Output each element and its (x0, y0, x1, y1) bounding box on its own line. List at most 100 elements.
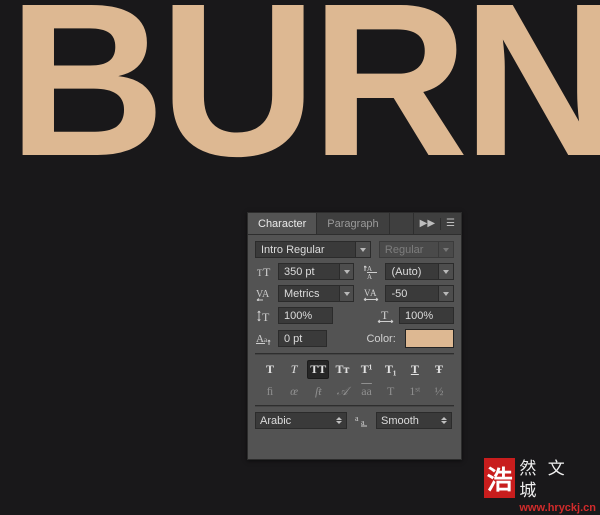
superscript-button[interactable]: T¹ (356, 360, 378, 379)
vertical-scale-input[interactable]: 100% (278, 307, 333, 324)
horizontal-scale-icon: T (376, 307, 395, 324)
kerning-icon: VA (255, 285, 274, 302)
standard-ligatures-button[interactable]: ﬁ (259, 382, 281, 401)
antialias-spinner-icon (441, 417, 447, 424)
all-caps-button[interactable]: TT (307, 360, 330, 379)
panel-divider-1 (255, 353, 454, 355)
faux-bold-button[interactable]: T (259, 360, 281, 379)
contextual-alternates-button[interactable]: ſŧ (307, 382, 329, 401)
leading-input[interactable]: (Auto) (385, 263, 440, 280)
chevron-down-icon (343, 291, 350, 296)
horizontal-scale-input[interactable]: 100% (399, 307, 454, 324)
font-style-dropdown-button[interactable] (439, 241, 455, 258)
subscript-button[interactable]: T₁ (380, 360, 402, 379)
kerning-input[interactable]: Metrics (278, 285, 340, 302)
subscript-glyph: T₁ (384, 362, 397, 376)
svg-text:A: A (370, 288, 377, 298)
size-leading-row: TT 350 pt AA (Auto) (255, 263, 455, 280)
svg-text:a: a (355, 414, 359, 423)
standard-ligatures-glyph: ﬁ (266, 384, 274, 398)
anti-aliasing-select[interactable]: Smooth (376, 412, 452, 429)
character-panel: Character Paragraph ▶▶ ☰ Intro Regular R… (247, 212, 462, 460)
titling-alternates-button[interactable]: T (380, 382, 402, 401)
language-select[interactable]: Arabic (255, 412, 347, 429)
language-antialias-row: Arabic aa Smooth (255, 412, 454, 429)
strikethrough-glyph: Ŧ (434, 362, 443, 376)
font-size-icon: TT (255, 263, 274, 280)
fractions-glyph: ½ (434, 384, 444, 398)
leading-icon: AA (362, 263, 381, 280)
titling-alternates-glyph: T (387, 384, 395, 398)
panel-tabbar: Character Paragraph ▶▶ ☰ (248, 213, 461, 235)
chevron-down-icon (443, 247, 450, 252)
panel-header-icons: ▶▶ ☰ (414, 213, 461, 234)
svg-text:a: a (264, 336, 268, 344)
panel-divider-2 (255, 405, 454, 407)
fractions-button[interactable]: ½ (428, 382, 450, 401)
language-value: Arabic (260, 414, 292, 427)
tab-paragraph[interactable]: Paragraph (317, 213, 390, 234)
swash-button[interactable]: 𝒜 (331, 382, 353, 401)
anti-aliasing-icon: aa (353, 412, 372, 429)
panel-menu-icon[interactable]: ☰ (446, 218, 455, 229)
style-buttons-row: T T TT Tт T¹ T₁ T Ŧ (255, 360, 454, 379)
vertical-scale-icon: T (255, 307, 274, 324)
baseline-color-row: Aa 0 pt Color: (255, 329, 454, 348)
ordinals-glyph: 1ˢᵗ (409, 384, 421, 398)
tab-character[interactable]: Character (248, 213, 318, 234)
language-spinner-icon (336, 417, 342, 424)
tracking-dropdown-button[interactable] (439, 285, 455, 302)
faux-italic-button[interactable]: T (283, 360, 305, 379)
chevron-down-icon (360, 247, 367, 252)
text-color-swatch[interactable] (404, 329, 454, 348)
kerning-dropdown-button[interactable] (339, 285, 355, 302)
swash-glyph: 𝒜 (336, 384, 349, 398)
underline-button[interactable]: T (404, 360, 426, 379)
discretionary-ligatures-glyph: œ (290, 384, 299, 398)
watermark-seal: 浩 (484, 458, 516, 498)
svg-text:A: A (367, 273, 372, 279)
underline-glyph: T (410, 362, 419, 376)
baseline-shift-icon: Aa (255, 330, 274, 347)
color-label: Color: (366, 332, 396, 345)
stylistic-alternates-glyph: aa (361, 384, 372, 398)
font-style-input[interactable]: Regular (378, 241, 440, 258)
watermark-text-block: 然 文 城 www.hryckj.cn (519, 458, 596, 515)
font-family-input[interactable]: Intro Regular (255, 241, 357, 258)
watermark: 浩 然 文 城 www.hryckj.cn (484, 458, 596, 514)
strikethrough-button[interactable]: Ŧ (428, 360, 450, 379)
tracking-input[interactable]: -50 (385, 285, 440, 302)
all-caps-glyph: TT (310, 362, 327, 376)
canvas-text-burn: BURN (8, 0, 600, 202)
tabbar-spacer (390, 213, 414, 234)
font-size-dropdown-button[interactable] (339, 263, 355, 280)
scale-row: T 100% T 100% (255, 307, 454, 324)
baseline-shift-input[interactable]: 0 pt (278, 330, 328, 347)
discretionary-ligatures-button[interactable]: œ (283, 382, 305, 401)
chevron-down-icon (443, 291, 450, 296)
tracking-icon: VA (362, 285, 381, 302)
svg-text:T: T (381, 309, 389, 322)
header-divider (440, 217, 442, 230)
opentype-buttons-row: ﬁ œ ſŧ 𝒜 aa T 1ˢᵗ ½ (255, 382, 454, 401)
font-size-input[interactable]: 350 pt (278, 263, 340, 280)
small-caps-button[interactable]: Tт (331, 360, 353, 379)
ordinals-button[interactable]: 1ˢᵗ (404, 382, 426, 401)
svg-text:T: T (262, 310, 270, 323)
double-chevron-right-icon[interactable]: ▶▶ (420, 218, 435, 229)
anti-aliasing-value: Smooth (381, 414, 419, 427)
font-row: Intro Regular Regular (255, 241, 455, 258)
leading-dropdown-button[interactable] (439, 263, 455, 280)
faux-italic-glyph: T (290, 362, 298, 376)
svg-text:A: A (262, 289, 270, 300)
svg-text:T: T (263, 265, 271, 278)
watermark-url: www.hryckj.cn (519, 502, 596, 514)
kerning-tracking-row: VA Metrics VA -50 (255, 285, 455, 302)
font-family-dropdown-button[interactable] (356, 241, 371, 258)
panel-body: Intro Regular Regular TT 350 pt AA (Auto… (248, 235, 461, 429)
chevron-down-icon (343, 269, 350, 274)
faux-bold-glyph: T (265, 362, 274, 376)
stylistic-alternates-button[interactable]: aa (356, 382, 378, 401)
svg-text:A: A (367, 265, 372, 273)
chevron-down-icon (443, 269, 450, 274)
